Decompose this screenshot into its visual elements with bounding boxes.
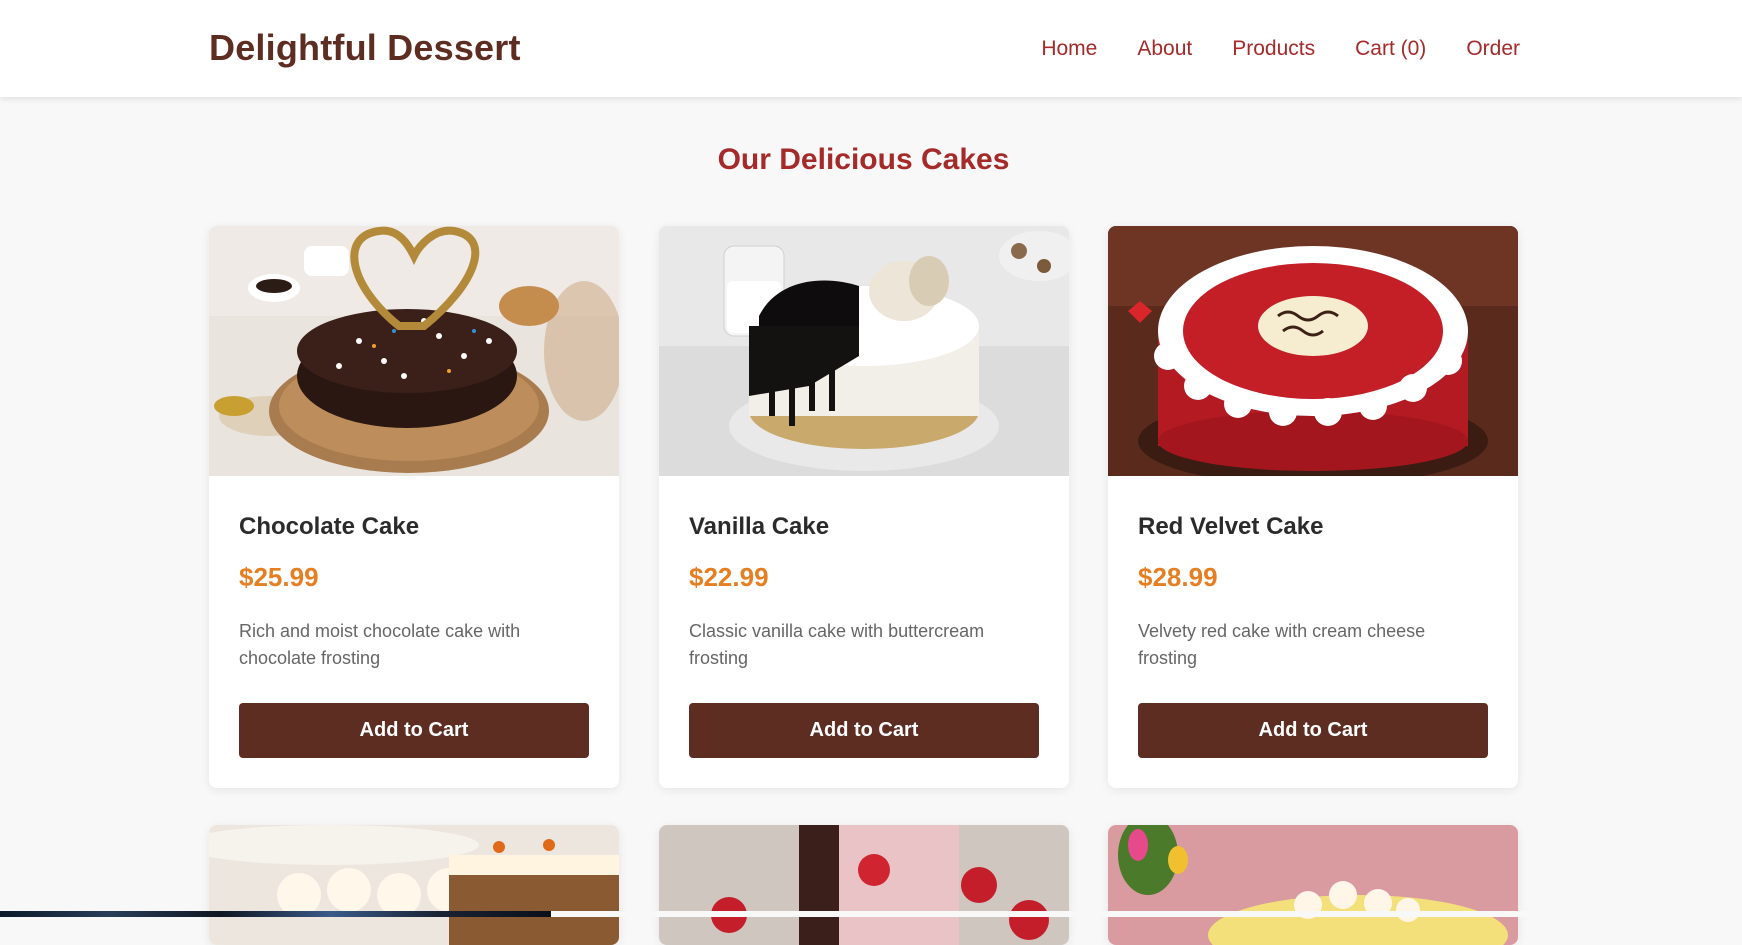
product-description: Classic vanilla cake with buttercream fr… bbox=[689, 621, 985, 668]
main-nav: Home About Products Cart (0) Order bbox=[1041, 37, 1520, 61]
carrot-cake-image bbox=[209, 825, 619, 945]
product-description: Velvety red cake with cream cheese frost… bbox=[1138, 621, 1426, 668]
product-price: $25.99 bbox=[239, 562, 319, 592]
lemon-cake-image bbox=[1108, 825, 1518, 945]
nav-about[interactable]: About bbox=[1137, 37, 1192, 61]
product-price: $22.99 bbox=[689, 562, 769, 592]
product-name: Red Velvet Cake bbox=[1138, 513, 1324, 540]
add-to-cart-button[interactable]: Add to Cart bbox=[1138, 703, 1488, 758]
os-taskbar-strip bbox=[0, 911, 551, 917]
product-card-red-velvet: Red Velvet Cake $28.99 Velvety red cake … bbox=[1108, 226, 1518, 788]
chocolate-cake-image bbox=[209, 226, 619, 476]
add-to-cart-button[interactable]: Add to Cart bbox=[689, 703, 1039, 758]
section-title: Our Delicious Cakes bbox=[717, 143, 1010, 176]
red-velvet-cake-image bbox=[1108, 226, 1518, 476]
product-card-carrot bbox=[209, 825, 619, 945]
strawberry-cake-image bbox=[659, 825, 1069, 945]
add-to-cart-button[interactable]: Add to Cart bbox=[239, 703, 589, 758]
product-description: Rich and moist chocolate cake with choco… bbox=[239, 621, 521, 668]
nav-home[interactable]: Home bbox=[1041, 37, 1097, 61]
product-card-vanilla: Vanilla Cake $22.99 Classic vanilla cake… bbox=[659, 226, 1069, 788]
vanilla-cake-image bbox=[659, 226, 1069, 476]
nav-order[interactable]: Order bbox=[1466, 37, 1520, 61]
site-logo[interactable]: Delightful Dessert bbox=[209, 27, 521, 69]
nav-cart[interactable]: Cart (0) bbox=[1355, 37, 1426, 61]
product-name: Vanilla Cake bbox=[689, 513, 830, 540]
bottom-edge bbox=[551, 911, 1742, 917]
nav-products[interactable]: Products bbox=[1232, 37, 1315, 61]
product-card-strawberry bbox=[659, 825, 1069, 945]
product-price: $28.99 bbox=[1138, 562, 1218, 592]
product-card-chocolate: Chocolate Cake $25.99 Rich and moist cho… bbox=[209, 226, 619, 788]
product-card-lemon bbox=[1108, 825, 1518, 945]
product-name: Chocolate Cake bbox=[239, 513, 420, 540]
site-header: Delightful Dessert Home About Products C… bbox=[0, 0, 1742, 97]
